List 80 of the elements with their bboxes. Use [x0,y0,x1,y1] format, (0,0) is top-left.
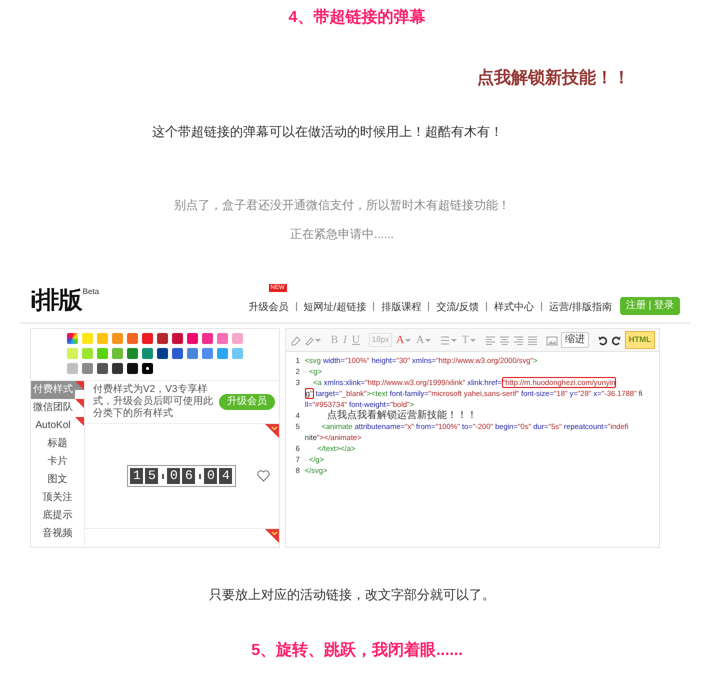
justify-icon[interactable] [526,334,538,346]
color-swatch[interactable] [172,348,183,359]
nav-link[interactable]: 交流/反馈 [436,302,480,313]
color-swatch[interactable] [156,348,168,359]
note-text: 别点了，盒子君还没开通微信支付，所以暂时木有超链接功能！ [173,197,511,214]
category-tab[interactable]: 卡片 [31,453,84,471]
redo-icon[interactable] [610,334,622,346]
style-card[interactable]: 1 5 0 6 0 4 [85,424,279,529]
color-swatch[interactable] [126,333,138,344]
digit-tile: 1 [130,468,144,484]
category-tab[interactable]: 音视频 [31,525,84,543]
font-color-dropdown[interactable]: A [395,334,412,346]
digit-tile: 0 [167,468,180,484]
category-tab[interactable]: 图文 [31,471,84,489]
color-swatch[interactable] [112,363,123,374]
color-swatch[interactable] [126,363,138,374]
section-heading: 5、旋转、跳跃，我闭着眼...... [250,641,464,661]
section-heading: 4、带超链接的弹幕 [288,8,426,28]
nav-link[interactable]: 短网址/超链接 [304,302,366,313]
beta-label: Beta [82,287,100,297]
caret-icon [470,338,476,342]
color-swatch[interactable] [142,348,153,359]
code-text: 点我点我看解锁运营新技能！！！ [326,410,478,421]
color-swatch[interactable] [96,363,108,374]
align-right-icon[interactable] [512,334,524,346]
align-center-icon[interactable] [498,334,510,346]
color-swatch[interactable] [66,363,78,374]
color-swatch[interactable] [96,348,108,359]
category-tab[interactable]: 微信团队 [31,399,75,417]
color-swatch[interactable] [156,333,168,344]
digit-tile: 6 [182,468,196,484]
caret-icon [425,338,432,342]
nav-link[interactable]: 升级会员 [248,302,288,313]
caret-icon [405,338,412,342]
color-swatch[interactable] [112,348,123,359]
color-swatch[interactable] [216,333,228,344]
list-dropdown-icon[interactable] [440,334,458,346]
align-left-icon[interactable] [484,334,496,346]
corner-flag-icon [264,529,279,543]
custom-color-swatch[interactable] [142,363,153,374]
promo-link[interactable]: 点我解锁新技能！！ [477,68,630,88]
color-swatch[interactable] [126,348,138,359]
color-swatch[interactable] [82,348,93,359]
color-swatch[interactable] [232,348,243,359]
color-swatch[interactable] [66,348,78,359]
corner-flag-icon [264,424,279,438]
category-tab[interactable]: AutoKol [31,417,75,435]
color-wheel-swatch[interactable] [66,333,78,344]
undo-icon[interactable] [596,334,608,346]
color-swatch[interactable] [96,333,108,344]
color-swatch[interactable] [202,348,213,359]
nav-link[interactable]: 排版课程 [381,302,422,313]
notice-text: 付费样式为V2，V3专享样式，升级会员后即可使用此分类下的所有样式 [93,384,214,420]
color-swatch[interactable] [232,333,243,344]
digit-tile: 0 [204,468,218,484]
paragraph-text: 只要放上对应的活动链接，改文字部分就可以了。 [208,586,496,604]
logo-text: i排版 [30,287,82,315]
color-swatch[interactable] [202,333,213,344]
nav-link[interactable]: 运营/排版指南 [549,302,612,313]
color-swatch[interactable] [82,363,93,374]
color-swatch[interactable] [186,348,198,359]
digit-tile: 4 [219,468,232,484]
image-icon[interactable] [546,334,558,346]
color-swatch[interactable] [82,333,93,344]
note-text: 正在紧急申请中...... [288,226,395,243]
color-swatch[interactable] [216,348,228,359]
category-tab[interactable]: 底提示 [31,507,84,525]
color-swatch[interactable] [172,333,183,344]
digit-tile: 5 [145,468,158,484]
eraser-icon[interactable] [290,334,301,346]
indent-button[interactable]: 缩进 [560,332,589,348]
category-tab[interactable]: 顶关注 [31,489,84,507]
heart-icon[interactable] [256,470,270,482]
color-swatch[interactable] [186,333,198,344]
brush-dropdown-icon[interactable] [304,334,322,346]
paragraph-text: 这个带超链接的弹幕可以在做活动的时候用上！超酷有木有！ [151,123,504,141]
color-swatch[interactable] [112,333,123,344]
color-swatch[interactable] [142,333,153,344]
category-tab[interactable]: 标题 [31,435,84,453]
nav-link[interactable]: 样式中心 [494,302,534,313]
